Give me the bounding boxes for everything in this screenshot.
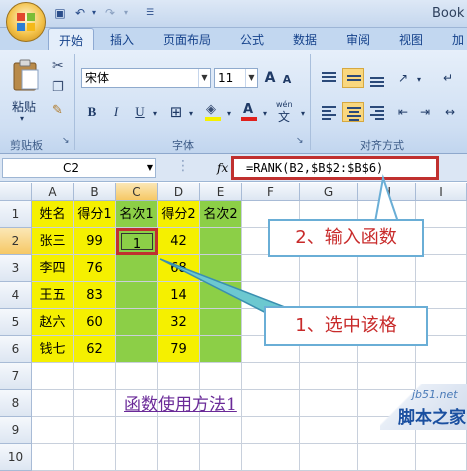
table-cell[interactable] [416, 444, 467, 471]
callout-pointer-step2 [373, 174, 400, 223]
callout-step2: 2、输入函数 [268, 219, 424, 257]
table-cell[interactable] [200, 444, 242, 471]
table-cell[interactable] [300, 444, 358, 471]
callout-pointers [159, 174, 400, 327]
selected-cell-inner: 1 [121, 233, 153, 252]
office-logo-icon [17, 13, 35, 31]
table-cell[interactable] [242, 444, 300, 471]
row-header[interactable]: 10 [0, 444, 32, 471]
table-cell[interactable] [158, 444, 200, 471]
table-cell[interactable] [32, 444, 74, 471]
selected-cell-c2[interactable]: 1 [116, 228, 158, 255]
office-button[interactable] [6, 2, 46, 42]
table-cell[interactable] [116, 444, 158, 471]
watermark-name: 脚本之家 [398, 408, 466, 428]
table-cell[interactable] [74, 444, 116, 471]
callout-step1: 1、选中该格 [264, 306, 428, 346]
tutorial-title: 函数使用方法1 [124, 395, 237, 415]
watermark-site: jb51.net [412, 388, 458, 401]
selected-cell-value: 1 [132, 237, 142, 252]
table-cell[interactable] [358, 444, 416, 471]
